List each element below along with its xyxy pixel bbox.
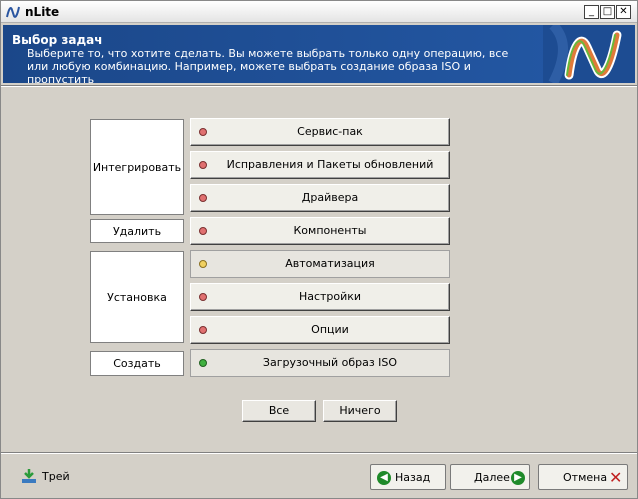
category-create-label: Создать [113,357,161,370]
nlite-logo-icon [6,6,20,18]
cancel-button[interactable]: Отмена ✕ [538,464,628,490]
task-bootable-iso-button[interactable]: Загрузочный образ ISO [190,349,450,377]
page-title: Выбор задач [12,33,103,47]
arrow-left-icon: ◀ [377,471,391,485]
task-label: Опции [311,323,349,336]
status-red-icon [199,194,207,202]
nlite-window: nLite _ □ ✕ Выбор задач Выберите то, что… [0,0,638,499]
task-drivers-button[interactable]: Драйвера [190,184,450,212]
task-label: Настройки [298,290,362,303]
category-setup: Установка [90,251,184,343]
task-tweaks-button[interactable]: Опции [190,316,450,344]
status-red-icon [199,326,207,334]
tray-label: Трей [42,470,70,483]
status-green-icon [199,359,207,367]
next-button[interactable]: Далее ▶ [450,464,530,490]
page-description: Выберите то, что хотите сделать. Вы може… [27,47,509,83]
category-setup-label: Установка [107,290,167,304]
task-components-button[interactable]: Компоненты [190,217,450,245]
header-divider [1,85,637,87]
category-integrate: Интегрировать [90,119,184,215]
status-red-icon [199,161,207,169]
category-remove-label: Удалить [112,224,162,238]
title-bar[interactable]: nLite _ □ ✕ [1,1,637,23]
category-integrate-label: Интегрировать [92,160,182,174]
footer-divider [1,452,637,454]
task-label: Автоматизация [285,257,375,270]
cancel-label: Отмена [563,471,608,484]
cancel-x-icon: ✕ [609,468,623,487]
status-yellow-icon [199,260,207,268]
task-service-pack-button[interactable]: Сервис-пак [190,118,450,146]
task-label: Загрузочный образ ISO [262,356,398,369]
status-red-icon [199,227,207,235]
select-none-label: Ничего [339,404,381,417]
select-all-button[interactable]: Все [242,400,316,422]
category-create: Создать [90,351,184,376]
task-hotfixes-button[interactable]: Исправления и Пакеты обновлений [190,151,450,179]
close-button[interactable]: ✕ [616,5,631,19]
back-label: Назад [395,471,431,484]
minimize-button[interactable]: _ [584,5,599,19]
nlite-banner-logo-icon [543,25,635,83]
status-red-icon [199,128,207,136]
task-label: Исправления и Пакеты обновлений [226,158,434,171]
back-button[interactable]: ◀ Назад [370,464,446,490]
task-options-button[interactable]: Настройки [190,283,450,311]
maximize-button[interactable]: □ [600,5,615,19]
task-label: Драйвера [301,191,359,204]
next-label: Далее [474,471,510,484]
tray-download-icon [22,469,36,483]
select-none-button[interactable]: Ничего [323,400,397,422]
task-unattended-button[interactable]: Автоматизация [190,250,450,278]
task-label: Компоненты [293,224,367,237]
select-all-label: Все [268,404,290,417]
window-title: nLite [25,5,60,19]
task-label: Сервис-пак [297,125,363,138]
arrow-right-icon: ▶ [511,471,525,485]
status-red-icon [199,293,207,301]
category-remove: Удалить [90,219,184,243]
header-banner: Выбор задач Выберите то, что хотите сдел… [3,25,635,83]
